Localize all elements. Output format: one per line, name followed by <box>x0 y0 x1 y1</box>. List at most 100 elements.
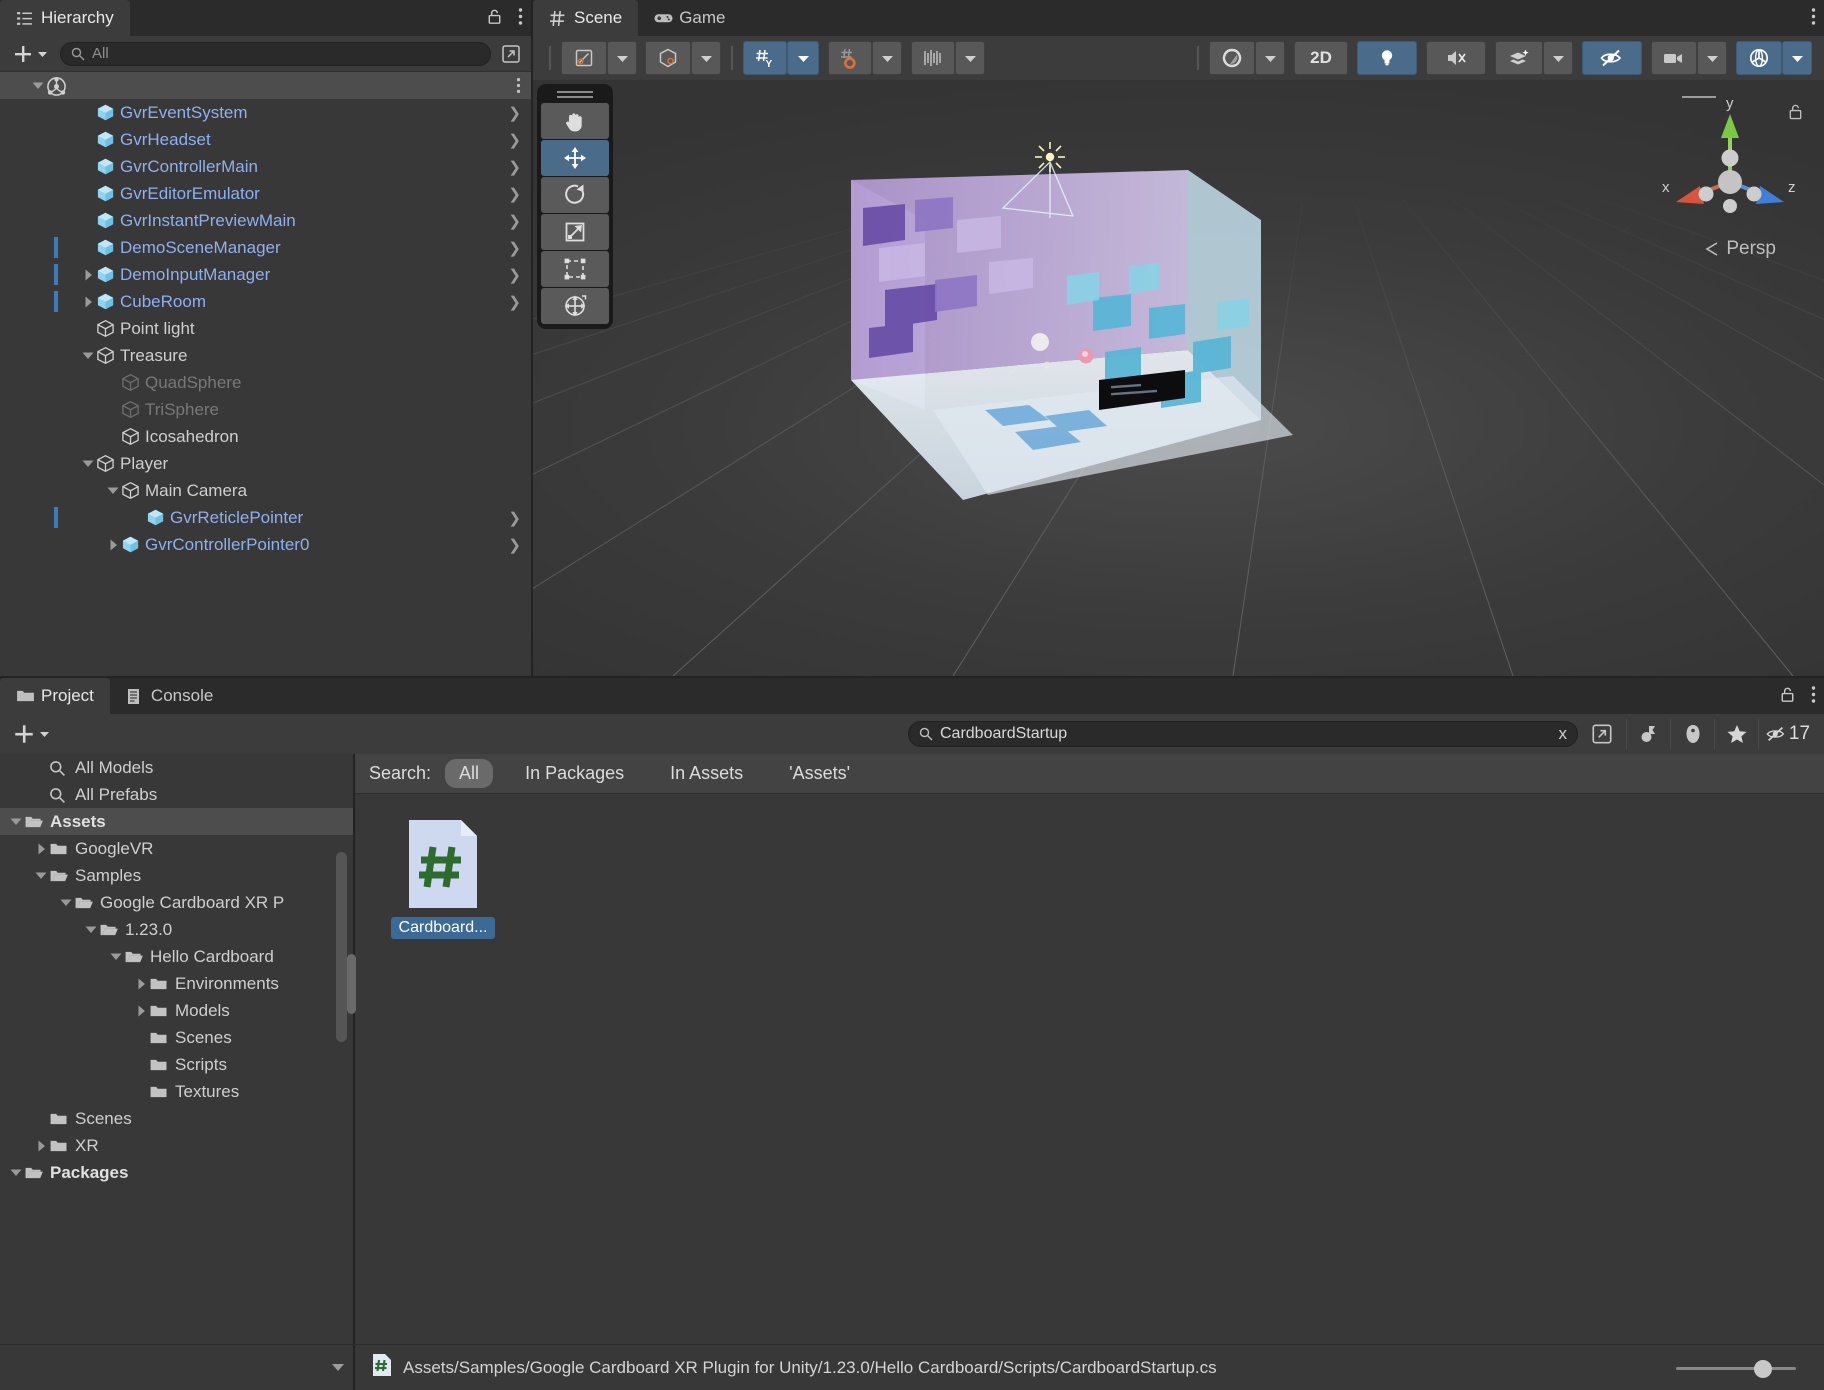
project-tree-row[interactable]: Packages <box>0 1159 353 1186</box>
asset-item[interactable]: Cardboard... <box>383 817 503 939</box>
filter-chip-in-assets[interactable]: In Assets <box>656 759 757 788</box>
twirl-toggle[interactable] <box>33 1138 49 1154</box>
project-tree-row[interactable]: Samples <box>0 862 353 889</box>
hierarchy-row[interactable]: GvrControllerPointer0❯ <box>0 531 531 558</box>
prefab-open-chevron-icon[interactable]: ❯ <box>508 158 521 176</box>
snap-increment-icon[interactable] <box>911 41 955 75</box>
twirl-toggle[interactable] <box>80 105 96 121</box>
project-search-popout-icon[interactable] <box>1586 722 1618 746</box>
prefab-open-chevron-icon[interactable]: ❯ <box>508 185 521 203</box>
hidden-count-icon[interactable]: 17 <box>1758 719 1816 749</box>
gizmos-dropdown[interactable] <box>1782 41 1812 75</box>
hierarchy-row[interactable]: QuadSphere <box>0 369 531 396</box>
project-tree-row[interactable]: Google Cardboard XR P <box>0 889 353 916</box>
twirl-toggle[interactable] <box>80 186 96 202</box>
twirl-toggle[interactable] <box>130 510 146 526</box>
twirl-toggle[interactable] <box>33 787 49 803</box>
asset-zoom-slider[interactable] <box>1676 1358 1796 1378</box>
favorite-star-icon[interactable] <box>1714 719 1758 749</box>
scene-context-menu-icon[interactable] <box>516 77 521 98</box>
hierarchy-row[interactable]: GvrInstantPreviewMain❯ <box>0 207 531 234</box>
label-tag-icon[interactable] <box>1670 719 1714 749</box>
twirl-toggle[interactable] <box>80 213 96 229</box>
twirl-toggle[interactable] <box>83 922 99 938</box>
tab-console[interactable]: Console <box>110 678 229 714</box>
scene-visual-dropdown[interactable] <box>1255 41 1285 75</box>
shading-mode-icon[interactable] <box>645 41 691 75</box>
asset-grid[interactable]: Cardboard... <box>355 795 1824 1344</box>
grid-axis-y-icon[interactable]: Y <box>743 41 787 75</box>
twirl-toggle[interactable] <box>80 159 96 175</box>
twirl-toggle[interactable] <box>8 814 24 830</box>
effects-fx-icon[interactable] <box>1495 41 1543 75</box>
twirl-toggle[interactable] <box>105 429 121 445</box>
twirl-toggle[interactable] <box>58 895 74 911</box>
hierarchy-row[interactable]: DemoInputManager❯ <box>0 261 531 288</box>
prefab-open-chevron-icon[interactable]: ❯ <box>508 131 521 149</box>
hierarchy-row[interactable]: GvrReticlePointer❯ <box>0 504 531 531</box>
project-tree-row[interactable]: GoogleVR <box>0 835 353 862</box>
tab-scene[interactable]: Scene <box>533 0 638 36</box>
twirl-toggle[interactable] <box>33 868 49 884</box>
transform-tool[interactable] <box>541 288 609 324</box>
twirl-toggle[interactable] <box>80 348 96 364</box>
2d-toggle[interactable]: 2D <box>1294 41 1348 75</box>
hierarchy-row[interactable]: DemoSceneManager❯ <box>0 234 531 261</box>
prefab-open-chevron-icon[interactable]: ❯ <box>508 104 521 122</box>
hierarchy-row[interactable]: TriSphere <box>0 396 531 423</box>
project-tree-row[interactable]: 1.23.0 <box>0 916 353 943</box>
panel-menu-icon[interactable] <box>518 7 523 31</box>
twirl-toggle[interactable] <box>33 760 49 776</box>
tab-project[interactable]: Project <box>0 678 110 714</box>
project-lock-icon[interactable] <box>1778 685 1797 709</box>
filter-chip-assets[interactable]: 'Assets' <box>775 759 864 788</box>
scene-visibility-icon[interactable] <box>1582 41 1642 75</box>
filter-chip-in-packages[interactable]: In Packages <box>511 759 638 788</box>
prefab-open-chevron-icon[interactable]: ❯ <box>508 293 521 311</box>
twirl-toggle[interactable] <box>105 483 121 499</box>
camera-overlay-dropdown[interactable] <box>1697 41 1727 75</box>
project-create-button[interactable] <box>8 722 54 746</box>
hierarchy-search-input[interactable]: All <box>60 42 491 66</box>
scene-visual-ring-icon[interactable] <box>1209 41 1255 75</box>
create-object-button[interactable] <box>8 43 52 65</box>
status-collapse-icon[interactable] <box>331 1359 345 1377</box>
twirl-toggle[interactable] <box>80 321 96 337</box>
shading-mode-dropdown[interactable] <box>691 41 721 75</box>
twirl-toggle[interactable] <box>105 537 121 553</box>
project-tree-row[interactable]: Scripts <box>0 1051 353 1078</box>
rect-tool[interactable] <box>541 251 609 287</box>
hierarchy-row[interactable]: GvrControllerMain❯ <box>0 153 531 180</box>
move-tool[interactable] <box>541 140 609 176</box>
gizmo-grip[interactable] <box>1682 96 1716 98</box>
twirl-toggle[interactable] <box>80 240 96 256</box>
twirl-toggle[interactable] <box>105 402 121 418</box>
scale-tool[interactable] <box>541 214 609 250</box>
scene-tool-palette[interactable] <box>537 84 613 329</box>
twirl-toggle[interactable] <box>80 132 96 148</box>
grid-snap-dropdown[interactable] <box>872 41 902 75</box>
twirl-toggle[interactable] <box>133 1030 149 1046</box>
snap-increment-dropdown[interactable] <box>955 41 985 75</box>
filter-chip-all[interactable]: All <box>445 759 493 788</box>
hierarchy-row[interactable]: GvrHeadset❯ <box>0 126 531 153</box>
save-search-icon[interactable] <box>1626 719 1670 749</box>
grid-snap-magnet-icon[interactable] <box>828 41 872 75</box>
hierarchy-row[interactable]: Icosahedron <box>0 423 531 450</box>
twirl-toggle[interactable] <box>80 456 96 472</box>
asset-area-scrollbar[interactable] <box>347 954 356 1014</box>
scene-panel-menu-icon[interactable] <box>1811 7 1816 31</box>
tab-game[interactable]: Game <box>638 0 741 36</box>
scene-audio-mute-icon[interactable] <box>1426 41 1486 75</box>
gizmo-lock-icon[interactable] <box>1787 102 1804 126</box>
hierarchy-row[interactable]: GvrEditorEmulator❯ <box>0 180 531 207</box>
draw-mode-select-icon[interactable] <box>561 41 607 75</box>
twirl-toggle[interactable] <box>80 267 96 283</box>
project-search-input[interactable]: CardboardStartup x <box>908 721 1578 747</box>
hierarchy-row[interactable]: Point light <box>0 315 531 342</box>
twirl-toggle[interactable] <box>133 976 149 992</box>
hierarchy-row[interactable]: CubeRoom❯ <box>0 288 531 315</box>
twirl-toggle[interactable] <box>33 1111 49 1127</box>
project-tree-scrollbar[interactable] <box>336 852 347 1042</box>
gizmos-toggle-icon[interactable] <box>1736 41 1782 75</box>
